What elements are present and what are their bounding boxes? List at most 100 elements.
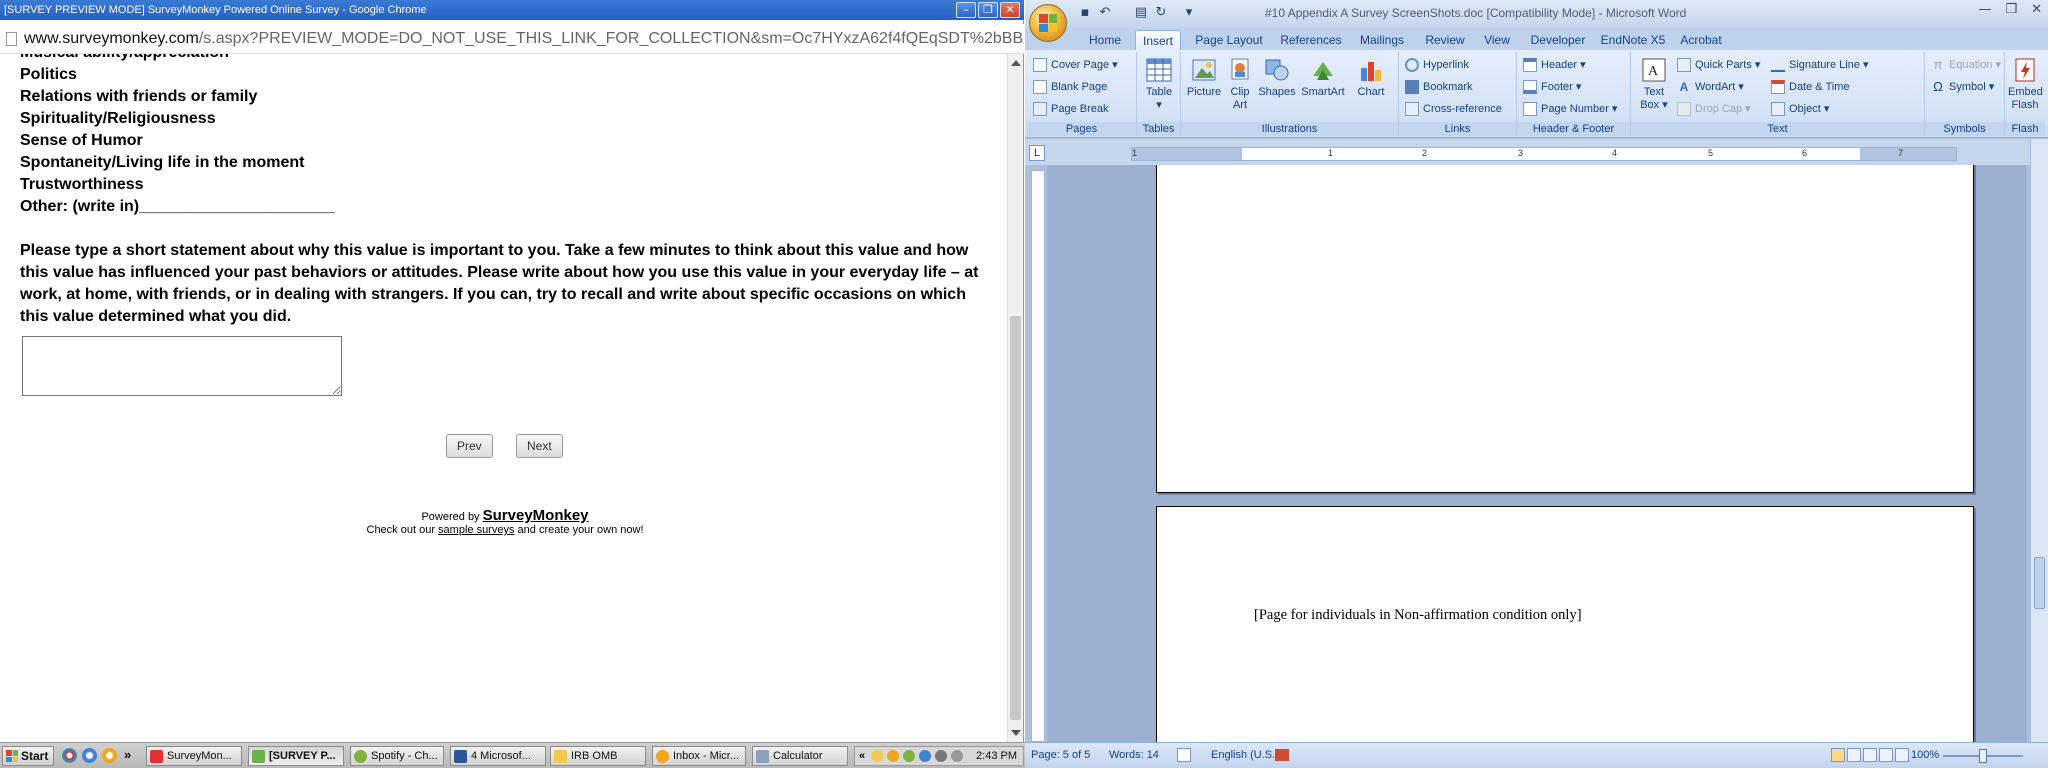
- restore-button[interactable]: ❐: [978, 2, 998, 18]
- footer-button[interactable]: Footer ▾: [1523, 78, 1581, 96]
- shapes-button[interactable]: Shapes: [1257, 56, 1297, 99]
- embed-flash-button[interactable]: Embed Flash: [2007, 56, 2043, 112]
- word-scroll-thumb[interactable]: [2034, 557, 2045, 609]
- zoom-knob[interactable]: [1979, 749, 1987, 763]
- ie-quicklaunch-icon[interactable]: [82, 748, 97, 763]
- tab-view[interactable]: View: [1477, 30, 1517, 50]
- cross-reference-button[interactable]: Cross-reference: [1405, 100, 1502, 118]
- zoom-slider[interactable]: [1943, 749, 2023, 763]
- tab-selector-icon[interactable]: L: [1029, 145, 1045, 161]
- option-humor[interactable]: Sense of Humor: [20, 132, 143, 150]
- option-spontaneity[interactable]: Spontaneity/Living life in the moment: [20, 154, 304, 172]
- hyperlink-button[interactable]: Hyperlink: [1405, 56, 1469, 74]
- quicklaunch-icon[interactable]: [102, 748, 117, 763]
- chrome-scrollbar[interactable]: [1007, 54, 1023, 742]
- tray-icon-1[interactable]: [871, 750, 883, 762]
- tab-developer[interactable]: Developer: [1525, 30, 1591, 50]
- table-button[interactable]: Table ▾: [1141, 56, 1177, 112]
- next-button[interactable]: Next: [516, 434, 563, 458]
- object-button[interactable]: Object ▾: [1771, 100, 1829, 118]
- document-page-5[interactable]: [Page for individuals in Non-affirmation…: [1156, 506, 1974, 742]
- tab-home[interactable]: Home: [1077, 30, 1133, 50]
- word-minimize-icon[interactable]: —: [1978, 2, 1991, 17]
- date-time-button[interactable]: Date & Time: [1771, 78, 1850, 96]
- print-layout-view-icon[interactable]: [1831, 748, 1845, 762]
- task-inbox[interactable]: Inbox - Micr...: [652, 746, 746, 766]
- tray-network-icon[interactable]: [919, 750, 931, 762]
- signature-line-button[interactable]: Signature Line ▾: [1771, 56, 1869, 74]
- macro-record-icon[interactable]: [1275, 749, 1289, 761]
- web-layout-view-icon[interactable]: [1863, 748, 1877, 762]
- save-icon[interactable]: ▪: [1077, 5, 1093, 21]
- qat-customize-icon[interactable]: ▾: [1181, 5, 1197, 21]
- task-irb-omb[interactable]: IRB OMB: [550, 746, 646, 766]
- option-trustworthiness[interactable]: Trustworthiness: [20, 176, 144, 194]
- full-screen-view-icon[interactable]: [1847, 748, 1861, 762]
- picture-button[interactable]: Picture: [1185, 56, 1223, 99]
- task-spotify[interactable]: Spotify - Ch...: [350, 746, 444, 766]
- statement-textarea[interactable]: [22, 336, 342, 396]
- task-survey-preview[interactable]: [SURVEY P...: [248, 746, 344, 766]
- smartart-button[interactable]: SmartArt: [1299, 56, 1347, 99]
- tray-expand-icon[interactable]: «: [859, 747, 865, 765]
- undo-icon[interactable]: ↶: [1097, 5, 1113, 21]
- document-area[interactable]: [Page for individuals in Non-affirmation…: [1047, 165, 2027, 742]
- quick-parts-button[interactable]: Quick Parts ▾: [1677, 56, 1760, 74]
- page-break-button[interactable]: Page Break: [1033, 100, 1108, 118]
- task-surveymonkey[interactable]: SurveyMon...: [146, 746, 242, 766]
- task-calculator[interactable]: Calculator: [752, 746, 848, 766]
- option-relations[interactable]: Relations with friends or family: [20, 88, 257, 106]
- chrome-quicklaunch-icon[interactable]: [62, 748, 77, 763]
- close-button[interactable]: ✕: [1000, 2, 1020, 18]
- redo-icon[interactable]: ↻: [1153, 5, 1169, 21]
- tab-review[interactable]: Review: [1417, 30, 1473, 50]
- clip-art-button[interactable]: Clip Art: [1225, 56, 1255, 112]
- page-number-button[interactable]: Page Number ▾: [1523, 100, 1617, 118]
- zoom-level[interactable]: 100%: [1911, 749, 1939, 761]
- status-page[interactable]: Page: 5 of 5: [1031, 749, 1090, 761]
- proofing-icon[interactable]: [1177, 748, 1191, 762]
- option-politics[interactable]: Politics: [20, 66, 77, 84]
- vertical-ruler[interactable]: [1031, 170, 1045, 742]
- word-restore-icon[interactable]: ❐: [2005, 2, 2017, 17]
- open-icon[interactable]: ▤: [1133, 5, 1149, 21]
- option-spirituality[interactable]: Spirituality/Religiousness: [20, 110, 216, 128]
- word-close-icon[interactable]: ✕: [2031, 2, 2042, 17]
- minimize-button[interactable]: –: [956, 2, 976, 18]
- header-button[interactable]: Header ▾: [1523, 56, 1586, 74]
- scroll-thumb[interactable]: [1010, 316, 1021, 720]
- tab-mailings[interactable]: Mailings: [1351, 30, 1413, 50]
- wordart-button[interactable]: A WordArt ▾: [1677, 78, 1744, 96]
- scroll-down-icon[interactable]: [1011, 730, 1021, 736]
- symbol-button[interactable]: Ω Symbol ▾: [1931, 78, 1994, 96]
- tab-page-layout[interactable]: Page Layout: [1187, 30, 1271, 50]
- scroll-up-icon[interactable]: [1011, 60, 1021, 66]
- text-box-button[interactable]: A Text Box ▾: [1637, 56, 1671, 112]
- tray-volume-icon[interactable]: [951, 750, 963, 762]
- surveymonkey-link[interactable]: SurveyMonkey: [483, 507, 589, 524]
- blank-page-button[interactable]: Blank Page: [1033, 78, 1107, 96]
- clock[interactable]: 2:43 PM: [976, 747, 1017, 765]
- chart-button[interactable]: Chart: [1351, 56, 1391, 99]
- page-note-text[interactable]: [Page for individuals in Non-affirmation…: [1254, 607, 1582, 624]
- bookmark-button[interactable]: Bookmark: [1405, 78, 1473, 96]
- address-bar[interactable]: www.surveymonkey.com/s.aspx?PREVIEW_MODE…: [0, 24, 1024, 54]
- tab-insert[interactable]: Insert: [1135, 30, 1181, 50]
- document-page-4[interactable]: [1156, 165, 1974, 493]
- task-microsoft-word[interactable]: 4 Microsof...: [450, 746, 546, 766]
- horizontal-ruler[interactable]: 1 1 2 3 4 5 6 7: [1131, 147, 1957, 161]
- prev-button[interactable]: Prev: [446, 434, 493, 458]
- draft-view-icon[interactable]: [1895, 748, 1909, 762]
- word-scrollbar[interactable]: [2030, 139, 2048, 742]
- status-words[interactable]: Words: 14: [1109, 749, 1159, 761]
- tab-endnote[interactable]: EndNote X5: [1597, 30, 1669, 50]
- tray-icon-2[interactable]: [887, 750, 899, 762]
- outline-view-icon[interactable]: [1879, 748, 1893, 762]
- tab-acrobat[interactable]: Acrobat: [1673, 30, 1729, 50]
- start-button[interactable]: Start: [2, 746, 54, 766]
- sample-surveys-link[interactable]: sample surveys: [438, 524, 514, 536]
- status-language[interactable]: English (U.S.): [1211, 749, 1279, 761]
- tab-references[interactable]: References: [1275, 30, 1347, 50]
- cover-page-button[interactable]: Cover Page ▾: [1033, 56, 1118, 74]
- office-button[interactable]: [1029, 4, 1067, 42]
